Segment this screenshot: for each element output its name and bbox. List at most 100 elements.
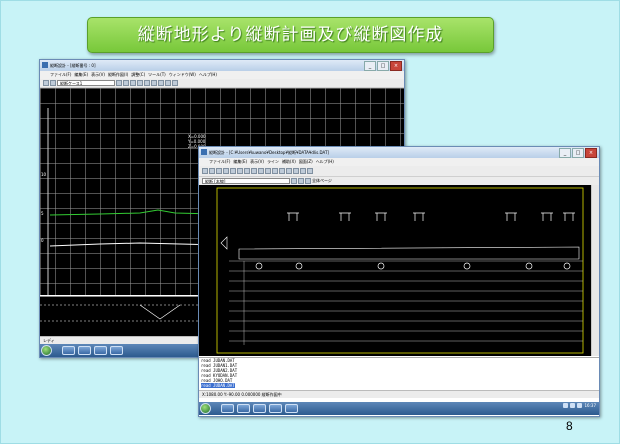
menu-help[interactable]: ヘルプ(H) [316, 158, 334, 166]
close-button[interactable]: × [585, 148, 597, 158]
new-icon[interactable] [202, 168, 208, 174]
nav-up-icon[interactable] [305, 178, 311, 184]
menu-draw[interactable]: 縦断作図(I) [108, 71, 128, 79]
menu-aux[interactable]: 補助(X) [282, 158, 296, 166]
undo-icon[interactable] [230, 168, 236, 174]
refresh-icon[interactable] [272, 168, 278, 174]
minimize-button[interactable]: _ [559, 148, 571, 158]
menu-window[interactable]: ウィンドウ(W) [169, 71, 196, 79]
data-table-grid [229, 260, 583, 345]
zoom-out-icon[interactable] [123, 80, 129, 86]
zoom-all-icon[interactable] [137, 80, 143, 86]
help-icon[interactable] [307, 168, 313, 174]
right-window-controls: _ □ × [559, 148, 597, 158]
menu-line[interactable]: ライン [267, 158, 279, 166]
paint-icon[interactable] [285, 404, 298, 413]
structure-symbol-6 [541, 212, 553, 221]
zoom-out-icon[interactable] [251, 168, 257, 174]
page-number: 8 [566, 419, 573, 433]
close-button[interactable]: × [390, 61, 402, 71]
log-output-pane: read JUDAN.DAT read JUDAN1.DAT read JUDA… [199, 357, 599, 391]
y-axis-label-5: 5 [41, 211, 44, 216]
menu-adjust[interactable]: 調整(C) [131, 71, 145, 79]
structure-symbols [287, 212, 575, 221]
right-vertical-scrollbar[interactable] [591, 185, 599, 356]
save-icon[interactable] [216, 168, 222, 174]
station-circle [377, 262, 385, 270]
station-circles [255, 262, 571, 270]
folder-icon[interactable] [269, 404, 282, 413]
app-icon [201, 149, 207, 155]
menu-view[interactable]: 表示(V) [250, 158, 264, 166]
app-icon[interactable] [253, 404, 266, 413]
right-window-titlebar[interactable]: 縦断設計 - [C:¥Users¥kuwano¥Desktop¥縦断¥DATA¥… [199, 147, 599, 158]
menu-edit[interactable]: 編集(E) [233, 158, 247, 166]
view-select[interactable]: 縦断ケース1 [57, 80, 115, 86]
zoom-all-icon[interactable] [265, 168, 271, 174]
zoom-window-icon[interactable] [130, 80, 136, 86]
redo-icon[interactable] [237, 168, 243, 174]
structure-symbol-1 [287, 212, 299, 221]
layer-icon[interactable] [293, 168, 299, 174]
explorer-icon[interactable] [62, 346, 75, 355]
menu-drawing[interactable]: 図面(Z) [299, 158, 313, 166]
save-icon[interactable] [50, 80, 56, 86]
print-icon[interactable] [223, 168, 229, 174]
ground-profile [238, 246, 580, 260]
open-icon[interactable] [43, 80, 49, 86]
minimize-button[interactable]: _ [364, 61, 376, 71]
structure-symbol-3 [375, 212, 387, 221]
structure-symbol-4 [413, 212, 425, 221]
left-menubar: ファイル(F) 編集(E) 表示(V) 縦断作図(I) 調整(C) ツール(T)… [40, 71, 404, 79]
pan-icon[interactable] [144, 80, 150, 86]
line-select[interactable]: 縦断 [本線] [202, 178, 290, 184]
menu-view[interactable]: 表示(V) [91, 71, 105, 79]
open-icon[interactable] [209, 168, 215, 174]
grid-icon[interactable] [172, 80, 178, 86]
maximize-button[interactable]: □ [572, 148, 584, 158]
volume-icon[interactable] [577, 403, 583, 408]
structure-symbol-5 [505, 212, 517, 221]
right-toolbar-1 [199, 166, 599, 177]
arrow-icon[interactable] [165, 80, 171, 86]
menu-tools[interactable]: ツール(T) [148, 71, 166, 79]
clock[interactable]: 16:37 [584, 403, 596, 408]
ime-icon[interactable] [563, 403, 569, 408]
structure-symbol-2 [339, 212, 351, 221]
left-toolbar: 縦断ケース1 [40, 79, 404, 88]
menu-file[interactable]: ファイル(F) [209, 158, 230, 166]
curve-icon[interactable] [158, 80, 164, 86]
level-marker [220, 236, 228, 250]
maximize-button[interactable]: □ [377, 61, 389, 71]
print-preview-icon[interactable] [300, 168, 306, 174]
right-app-window: 縦断設計 - [C:¥Users¥kuwano¥Desktop¥縦断¥DATA¥… [198, 146, 600, 417]
menu-help[interactable]: ヘルプ(H) [199, 71, 217, 79]
zoom-in-icon[interactable] [244, 168, 250, 174]
right-drawing-canvas[interactable] [199, 185, 591, 356]
left-window-title: 縦断設計 - [縦断番号 : 0] [50, 63, 96, 68]
media-icon[interactable] [78, 346, 91, 355]
left-window-controls: _ □ × [364, 61, 402, 71]
start-orb-icon[interactable] [200, 403, 211, 414]
menu-edit[interactable]: 編集(E) [74, 71, 88, 79]
zoom-window-icon[interactable] [258, 168, 264, 174]
right-taskbar: 16:37 [199, 402, 599, 415]
zoom-in-icon[interactable] [116, 80, 122, 86]
vertex-icon[interactable] [151, 80, 157, 86]
menu-file[interactable]: ファイル(F) [50, 71, 71, 79]
nav-right-icon[interactable] [298, 178, 304, 184]
grid-icon[interactable] [279, 168, 285, 174]
log-line-selected[interactable]: read JUDAN.DAT [201, 383, 235, 388]
media-icon[interactable] [237, 404, 250, 413]
app2-icon[interactable] [110, 346, 123, 355]
app-icon[interactable] [94, 346, 107, 355]
start-orb-icon[interactable] [41, 345, 52, 356]
page-select[interactable]: 全体ページ [312, 178, 332, 184]
network-icon[interactable] [570, 403, 576, 408]
right-statusbar: X:1080.00 Y:-90.00 0.000000 縦断作図中 [199, 390, 599, 398]
table-icon[interactable] [286, 168, 292, 174]
nav-left-icon[interactable] [291, 178, 297, 184]
explorer-icon[interactable] [221, 404, 234, 413]
station-circle [255, 262, 263, 270]
left-window-titlebar[interactable]: 縦断設計 - [縦断番号 : 0] _ □ × [40, 60, 404, 71]
